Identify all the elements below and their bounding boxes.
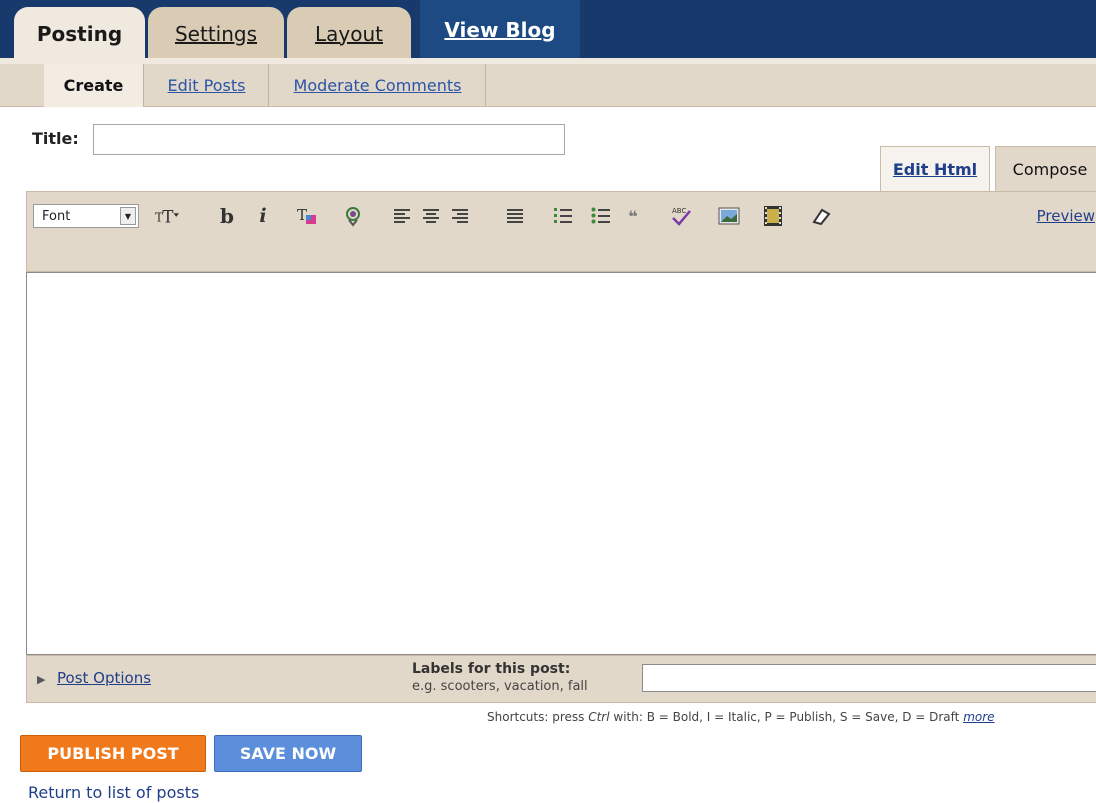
image-icon[interactable] (717, 204, 741, 228)
bullet-list-icon[interactable] (589, 204, 613, 228)
labels-title: Labels for this post: (412, 661, 571, 677)
video-icon[interactable] (761, 204, 785, 228)
shortcuts-mid: with: (609, 710, 647, 724)
align-center-icon[interactable] (419, 204, 443, 228)
bold-icon[interactable]: b (215, 204, 239, 228)
top-nav: Posting Settings Layout View Blog (0, 0, 1096, 60)
tab-view-blog[interactable]: View Blog (420, 0, 580, 60)
labels-input[interactable] (642, 664, 1096, 692)
shortcuts-ctrl: Ctrl (588, 710, 610, 724)
subtab-create[interactable]: Create (44, 64, 144, 107)
align-right-icon[interactable] (447, 204, 471, 228)
post-options-bar: ▶ Post Options Labels for this post: e.g… (26, 655, 1096, 703)
publish-post-button[interactable]: PUBLISH POST (20, 735, 206, 772)
font-select-value: Font (42, 208, 71, 224)
shortcuts-prefix: Shortcuts: press (487, 710, 589, 724)
blockquote-icon[interactable]: ❝ (621, 204, 645, 228)
tab-compose[interactable]: Compose (995, 146, 1096, 192)
subtab-edit-posts[interactable]: Edit Posts (145, 64, 269, 107)
justify-icon[interactable] (503, 204, 527, 228)
editor-toolbar: Font ▼ TT b i T ❝ ABC Preview (26, 191, 1096, 272)
spellcheck-icon[interactable]: ABC (669, 204, 693, 228)
save-now-button[interactable]: SAVE NOW (214, 735, 362, 772)
font-select[interactable]: Font ▼ (33, 204, 139, 228)
dropdown-arrow-icon[interactable]: ▼ (120, 207, 136, 225)
return-to-posts-link[interactable]: Return to list of posts (28, 783, 199, 802)
post-options-link[interactable]: Post Options (57, 669, 151, 687)
svg-text:ABC: ABC (672, 207, 686, 215)
sub-nav: Create Edit Posts Moderate Comments (0, 64, 1096, 107)
title-label: Title: (32, 129, 79, 148)
title-input[interactable] (93, 124, 565, 155)
tab-layout[interactable]: Layout (287, 7, 411, 60)
eraser-icon[interactable] (809, 204, 833, 228)
tab-edit-html[interactable]: Edit Html (880, 146, 990, 192)
text-color-icon[interactable]: T (295, 204, 319, 228)
shortcuts-hint: Shortcuts: press Ctrl with: B = Bold, I … (487, 710, 995, 724)
svg-text:T: T (162, 207, 173, 226)
post-body-editor[interactable] (26, 272, 1096, 655)
labels-hint: e.g. scooters, vacation, fall (412, 679, 588, 694)
subtab-moderate-comments[interactable]: Moderate Comments (270, 64, 486, 107)
preview-link[interactable]: Preview (1037, 207, 1095, 225)
link-icon[interactable] (341, 204, 365, 228)
tab-settings[interactable]: Settings (148, 7, 284, 60)
shortcuts-more-link[interactable]: more (963, 710, 994, 724)
font-size-icon[interactable]: TT (155, 204, 179, 228)
align-left-icon[interactable] (391, 204, 415, 228)
expand-arrow-icon[interactable]: ▶ (37, 673, 45, 686)
shortcuts-text: B = Bold, I = Italic, P = Publish, S = S… (646, 710, 964, 724)
tab-posting[interactable]: Posting (14, 7, 145, 60)
numbered-list-icon[interactable] (551, 204, 575, 228)
italic-icon[interactable]: i (251, 204, 275, 228)
svg-text:T: T (297, 206, 307, 224)
